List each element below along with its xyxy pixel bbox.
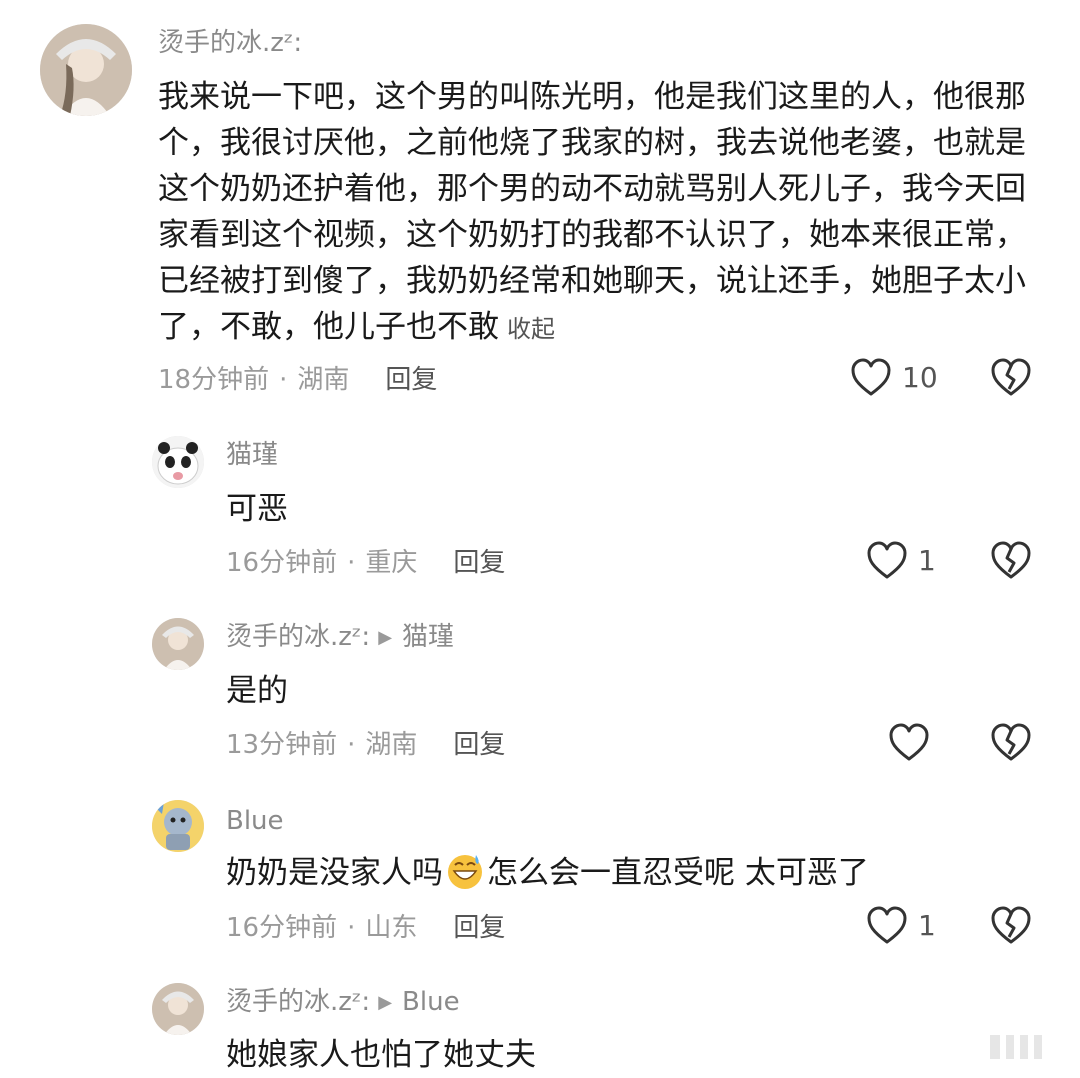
- dislike-button[interactable]: [990, 906, 1032, 950]
- grinning-sweat-emoji: [448, 855, 482, 889]
- comment-username: 烫手的冰.zᶻ: ▶ 猫瑾: [226, 622, 454, 653]
- like-button[interactable]: [888, 723, 940, 763]
- like-button[interactable]: 1: [866, 906, 936, 946]
- comment-location: 湖南: [297, 365, 350, 395]
- heart-outline-icon: [867, 906, 907, 944]
- heart-outline-icon: [889, 723, 929, 761]
- comment-time: 13分钟前: [226, 730, 338, 760]
- reply-author[interactable]: 烫手的冰.zᶻ:: [226, 622, 370, 652]
- watermark-logo: [928, 1035, 1058, 1059]
- collapse-link[interactable]: 收起: [507, 315, 555, 343]
- play-triangle-icon: ▶: [378, 627, 393, 648]
- avatar[interactable]: [152, 436, 204, 488]
- comment-username: 烫手的冰.zᶻ: ▶ Blue: [226, 987, 460, 1018]
- comment-time: 16分钟前: [226, 913, 338, 943]
- comment-time: 18分钟前: [158, 365, 270, 395]
- like-count: 1: [918, 909, 936, 942]
- avatar[interactable]: [152, 618, 204, 670]
- dislike-button[interactable]: [990, 723, 1032, 767]
- reply-button[interactable]: 回复: [453, 548, 505, 578]
- avatar[interactable]: [152, 800, 204, 852]
- comment-body: 可恶: [226, 491, 288, 527]
- comment-text: 我来说一下吧，这个男的叫陈光明，他是我们这里的人，他很那个，我很讨厌他，之前他烧…: [158, 74, 1028, 352]
- comment-meta: 18分钟前 · 湖南 回复: [158, 365, 438, 395]
- comment-username[interactable]: Blue: [226, 806, 284, 836]
- broken-heart-icon: [991, 906, 1031, 944]
- comment-body: 她娘家人也怕了她丈夫: [226, 1037, 536, 1073]
- broken-heart-icon: [991, 723, 1031, 761]
- heart-outline-icon: [867, 541, 907, 579]
- avatar[interactable]: [152, 983, 204, 1035]
- comment-location: 山东: [365, 913, 418, 943]
- reply-button[interactable]: 回复: [453, 730, 505, 760]
- like-button[interactable]: 1: [866, 541, 936, 581]
- comment-meta: 16分钟前 · 山东 回复: [226, 913, 506, 943]
- reply-button[interactable]: 回复: [453, 913, 505, 943]
- reply-target[interactable]: 猫瑾: [402, 622, 454, 652]
- comment-body: 是的: [226, 673, 288, 709]
- comment-time: 16分钟前: [226, 548, 338, 578]
- comment-body: 我来说一下吧，这个男的叫陈光明，他是我们这里的人，他很那个，我很讨厌他，之前他烧…: [158, 79, 1026, 345]
- dislike-button[interactable]: [990, 541, 1032, 585]
- comment-text: 奶奶是没家人吗 怎么会一直忍受呢 太可恶了: [226, 850, 869, 896]
- avatar[interactable]: [40, 24, 132, 116]
- like-count: 1: [918, 544, 936, 577]
- like-button[interactable]: 10: [850, 358, 938, 398]
- comment-username[interactable]: 猫瑾: [226, 440, 278, 470]
- broken-heart-icon: [991, 541, 1031, 579]
- dislike-button[interactable]: [990, 358, 1032, 402]
- like-count: 10: [902, 361, 938, 394]
- comment-meta: 16分钟前 · 重庆 回复: [226, 548, 506, 578]
- comment-location: 湖南: [365, 730, 418, 760]
- comment-meta: 13分钟前 · 湖南 回复: [226, 730, 506, 760]
- reply-author[interactable]: 烫手的冰.zᶻ:: [226, 987, 370, 1017]
- reply-button[interactable]: 回复: [385, 365, 437, 395]
- comment-username[interactable]: 烫手的冰.zᶻ:: [158, 28, 302, 58]
- play-triangle-icon: ▶: [378, 992, 393, 1013]
- comment-body-start: 奶奶是没家人吗: [226, 855, 443, 891]
- reply-target[interactable]: Blue: [402, 987, 460, 1017]
- heart-outline-icon: [851, 358, 891, 396]
- comment-body-end: 怎么会一直忍受呢 太可恶了: [487, 855, 869, 891]
- broken-heart-icon: [991, 358, 1031, 396]
- comment-location: 重庆: [365, 548, 418, 578]
